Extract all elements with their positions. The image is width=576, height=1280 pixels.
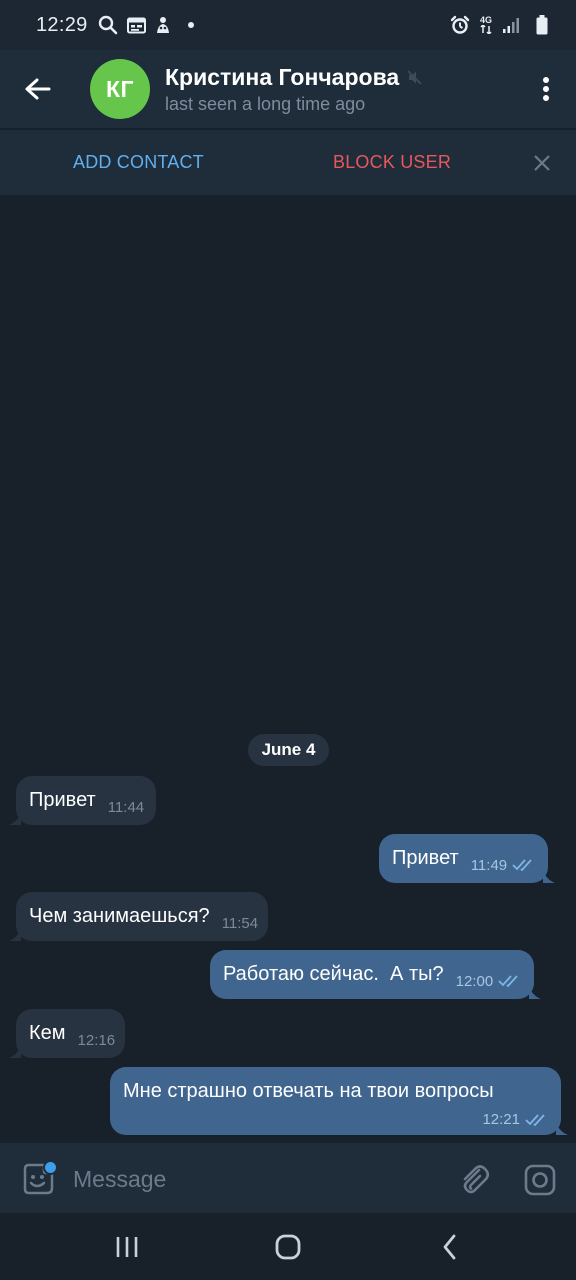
chat-header: КГ Кристина Гончарова last seen a long t… xyxy=(0,50,576,128)
message-text: Кем xyxy=(29,1022,66,1044)
notification-dot xyxy=(43,1160,58,1175)
read-checks-icon xyxy=(512,858,536,872)
message-time: 11:44 xyxy=(107,799,145,816)
message-text: Чем занимаешься? xyxy=(29,905,210,927)
home-icon xyxy=(275,1234,301,1260)
chevron-left-icon xyxy=(443,1234,456,1260)
arrow-left-icon xyxy=(25,78,51,100)
system-back-button[interactable] xyxy=(430,1231,470,1263)
close-action-bar-button[interactable] xyxy=(526,147,558,179)
status-bar: 12:29 4G xyxy=(0,0,576,50)
read-checks-icon xyxy=(498,974,522,988)
back-button[interactable] xyxy=(0,50,76,128)
status-time: 12:29 xyxy=(36,13,88,36)
dot-icon xyxy=(187,22,194,28)
recent-apps-icon xyxy=(116,1237,138,1257)
message-input[interactable] xyxy=(73,1165,433,1193)
contact-name: Кристина Гончарова xyxy=(165,63,400,90)
add-contact-button[interactable]: ADD CONTACT xyxy=(73,152,204,173)
block-user-button[interactable]: BLOCK USER xyxy=(333,152,451,173)
home-button[interactable] xyxy=(268,1231,308,1263)
calendar-icon xyxy=(126,17,146,34)
message-bubble-incoming[interactable]: Чем занимаешься? 11:54 xyxy=(9,892,269,941)
message-input-bar xyxy=(0,1143,576,1213)
message-bubble-incoming[interactable]: Привет 11:44 xyxy=(9,776,157,825)
message-time: 11:54 xyxy=(221,915,259,932)
close-icon xyxy=(534,155,550,171)
attach-button[interactable] xyxy=(458,1162,492,1196)
paperclip-icon xyxy=(463,1165,490,1194)
message-time: 11:49 xyxy=(470,857,508,874)
search-icon xyxy=(98,15,118,35)
message-text: Мне страшно отвечать на твои вопросы xyxy=(123,1080,494,1102)
date-separator: June 4 xyxy=(248,734,329,766)
network-label: 4G xyxy=(479,15,492,25)
message-time: 12:21 xyxy=(482,1111,520,1128)
bubble-tail xyxy=(9,813,21,825)
instagram-camera-icon xyxy=(524,1164,556,1196)
contact-status: last seen a long time ago xyxy=(165,93,366,114)
alarm-icon xyxy=(450,15,470,35)
more-vertical-icon xyxy=(543,77,549,101)
signal-icon xyxy=(502,16,520,34)
muted-icon xyxy=(407,69,422,85)
bubble-tail xyxy=(9,1046,21,1058)
4g-icon: 4G xyxy=(480,16,492,34)
camera-button[interactable] xyxy=(522,1162,558,1198)
bubble-tail xyxy=(529,987,542,999)
system-nav-bar xyxy=(0,1213,576,1280)
message-bubble-outgoing[interactable]: Привет 11:49 xyxy=(379,834,556,883)
message-bubble-incoming[interactable]: Кем 12:16 xyxy=(9,1009,126,1058)
message-time: 12:00 xyxy=(455,973,494,990)
message-text: Привет xyxy=(392,847,459,869)
message-bubble-outgoing[interactable]: Работаю сейчас. А ты? 12:00 xyxy=(210,950,542,999)
message-time: 12:16 xyxy=(77,1032,116,1049)
chat-area[interactable]: June 4 Привет 11:44 Привет 11:49 Чем зан… xyxy=(0,195,576,1143)
app-icon xyxy=(155,16,171,34)
more-menu-button[interactable] xyxy=(516,50,576,128)
bubble-tail xyxy=(9,929,21,941)
battery-icon xyxy=(536,15,548,35)
read-checks-icon xyxy=(525,1113,549,1127)
bubble-tail xyxy=(543,871,556,883)
contact-action-bar: ADD CONTACT BLOCK USER xyxy=(0,129,576,195)
message-text: Привет xyxy=(29,789,96,811)
message-bubble-outgoing[interactable]: Мне страшно отвечать на твои вопросы 12:… xyxy=(110,1067,568,1135)
avatar[interactable]: КГ xyxy=(90,59,150,119)
contact-info[interactable]: Кристина Гончарова last seen a long time… xyxy=(165,64,516,115)
recent-apps-button[interactable] xyxy=(107,1231,147,1263)
message-text: Работаю сейчас. А ты? xyxy=(223,963,444,985)
bubble-tail xyxy=(556,1123,568,1135)
